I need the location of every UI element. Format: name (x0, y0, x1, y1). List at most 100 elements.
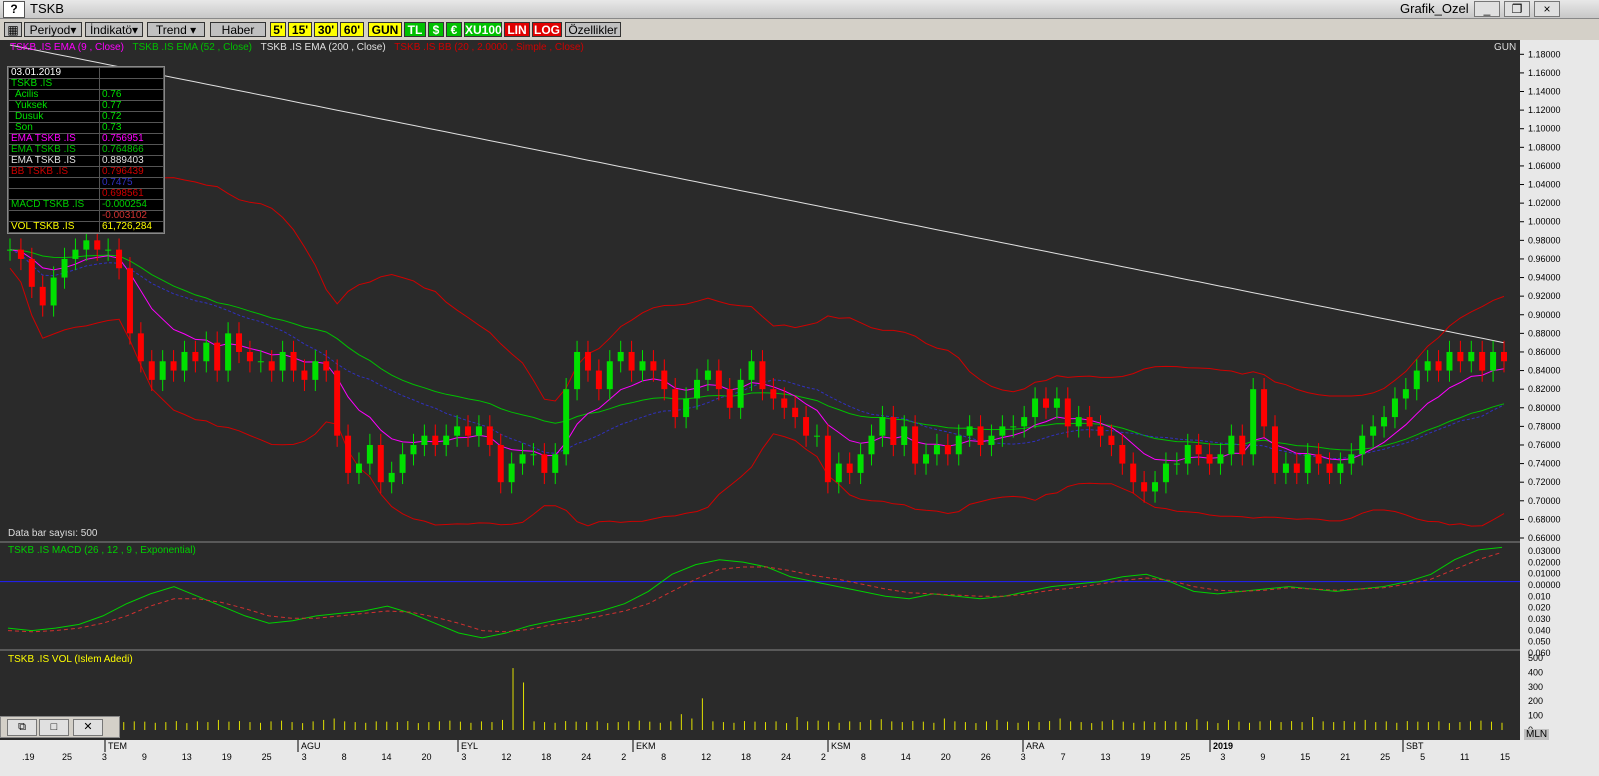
maximize-window-button[interactable]: □ (39, 719, 69, 736)
period-30-button[interactable]: 30' (314, 22, 338, 37)
x-day-label: 14 (901, 752, 911, 762)
lin-scale-button[interactable]: LIN (504, 22, 530, 37)
macd-tick-label: 0.040 (1528, 625, 1551, 635)
chart-icon[interactable]: ▦ (4, 22, 22, 37)
candle-body (694, 379, 701, 399)
candle-body (486, 426, 493, 445)
candle-body (781, 398, 788, 408)
candle-body (977, 426, 984, 445)
x-day-label: 24 (781, 752, 791, 762)
candle-body (1086, 417, 1093, 427)
x-day-label: 19 (1140, 752, 1150, 762)
price-tick-label: 1.18000 (1528, 49, 1561, 59)
price-tick-label: 1.14000 (1528, 87, 1561, 97)
period-60-button[interactable]: 60' (340, 22, 364, 37)
x-day-label: 25 (262, 752, 272, 762)
x-day-label: 9 (142, 752, 147, 762)
price-tick-label: 0.92000 (1528, 291, 1561, 301)
candle-body (770, 389, 777, 399)
chart-area[interactable]: 1.18000 1.16000 1.14000 1.12000 1.10000 1.080… (0, 40, 1599, 776)
candle-body (1010, 426, 1017, 428)
candle-body (704, 370, 711, 380)
candle-body (530, 454, 537, 456)
candle-body (388, 472, 395, 483)
info-bb-low: 0.698561 (98, 188, 165, 200)
price-tick-label: 0.78000 (1528, 421, 1561, 431)
price-tick-label: 0.84000 (1528, 366, 1561, 376)
currency-tl-button[interactable]: TL (404, 22, 426, 37)
minimize-button[interactable]: _ (1474, 1, 1500, 17)
x-day-label: 3 (1021, 752, 1026, 762)
candle-body (1119, 444, 1126, 464)
info-son: 0.73 (98, 122, 165, 134)
candle-body (879, 417, 886, 436)
candle-body (617, 351, 624, 362)
haber-button[interactable]: Haber (210, 22, 266, 37)
price-tick-label: 0.94000 (1528, 273, 1561, 283)
candle-body (290, 351, 297, 371)
xu100-button[interactable]: XU100 (464, 22, 502, 37)
info-ema200: 0.889403 (98, 155, 165, 167)
x-day-label: 13 (182, 752, 192, 762)
candle-body (1391, 398, 1398, 418)
price-tick-label: 1.02000 (1528, 198, 1561, 208)
log-scale-button[interactable]: LOG (532, 22, 562, 37)
candle-body (661, 370, 668, 390)
legend-ema200: TSKB .IS EMA (200 , Close) (260, 42, 386, 53)
trend-button[interactable]: Trend ▾ (147, 22, 205, 37)
candle-body (1413, 370, 1420, 390)
candle-body (159, 361, 166, 380)
close-button[interactable]: × (1534, 1, 1560, 17)
candle-body (28, 258, 35, 287)
x-month-label: TEM (108, 741, 127, 751)
candle-body (595, 370, 602, 390)
macd-title: TSKB .IS MACD (26 , 12 , 9 , Exponential… (8, 545, 196, 556)
info-bb-label: BB TSKB .IS (8, 166, 100, 178)
period-15-button[interactable]: 15' (288, 22, 312, 37)
period-5-button[interactable]: 5' (270, 22, 286, 37)
candle-body (683, 398, 690, 418)
candle-body (628, 351, 635, 371)
candle-body (105, 249, 112, 251)
period-gun-button[interactable]: GUN (368, 22, 402, 37)
help-button[interactable]: ? (3, 1, 25, 18)
legend-bb: TSKB .IS BB (20 , 2.0000 , Simple , Clos… (394, 42, 584, 53)
candle-body (1217, 454, 1224, 464)
candle-body (835, 463, 842, 483)
currency-euro-button[interactable]: € (446, 22, 462, 37)
price-tick-label: 0.72000 (1528, 477, 1561, 487)
x-day-label: 25 (1180, 752, 1190, 762)
candle-body (1032, 398, 1039, 418)
candle-body (1108, 435, 1115, 445)
candle-body (355, 463, 362, 473)
close-window-button[interactable]: ✕ (73, 719, 103, 736)
price-tick-label: 0.70000 (1528, 496, 1561, 506)
price-tick-label: 1.08000 (1528, 142, 1561, 152)
currency-usd-button[interactable]: $ (428, 22, 444, 37)
indikator-button[interactable]: İndikatö▾ (85, 22, 143, 37)
periyod-button[interactable]: Periyod▾ (24, 22, 82, 37)
x-day-label: 15 (1300, 752, 1310, 762)
candle-body (236, 333, 243, 352)
x-axis-background (0, 740, 1599, 776)
candle-body (312, 361, 319, 380)
candle-body (1348, 454, 1355, 464)
ozellikler-button[interactable]: Özellikler (565, 22, 621, 37)
period-label: GUN (1494, 42, 1517, 53)
restore-window-button[interactable]: ⧉ (7, 719, 37, 736)
x-day-label: 14 (382, 752, 392, 762)
info-symbol: TSKB .IS (8, 78, 100, 90)
x-day-label: 13 (1101, 752, 1111, 762)
x-month-label: SBT (1406, 741, 1424, 751)
candle-body (61, 258, 68, 278)
candle-body (923, 454, 930, 464)
candle-body (672, 389, 679, 418)
candle-body (508, 463, 515, 483)
candle-body (432, 435, 439, 445)
candle-body (574, 351, 581, 390)
restore-button[interactable]: ❐ (1504, 1, 1530, 17)
candle-body (1293, 463, 1300, 473)
candle-body (1228, 435, 1235, 455)
data-bar-count: Data bar sayısı: 500 (8, 528, 98, 539)
candle-body (955, 435, 962, 455)
